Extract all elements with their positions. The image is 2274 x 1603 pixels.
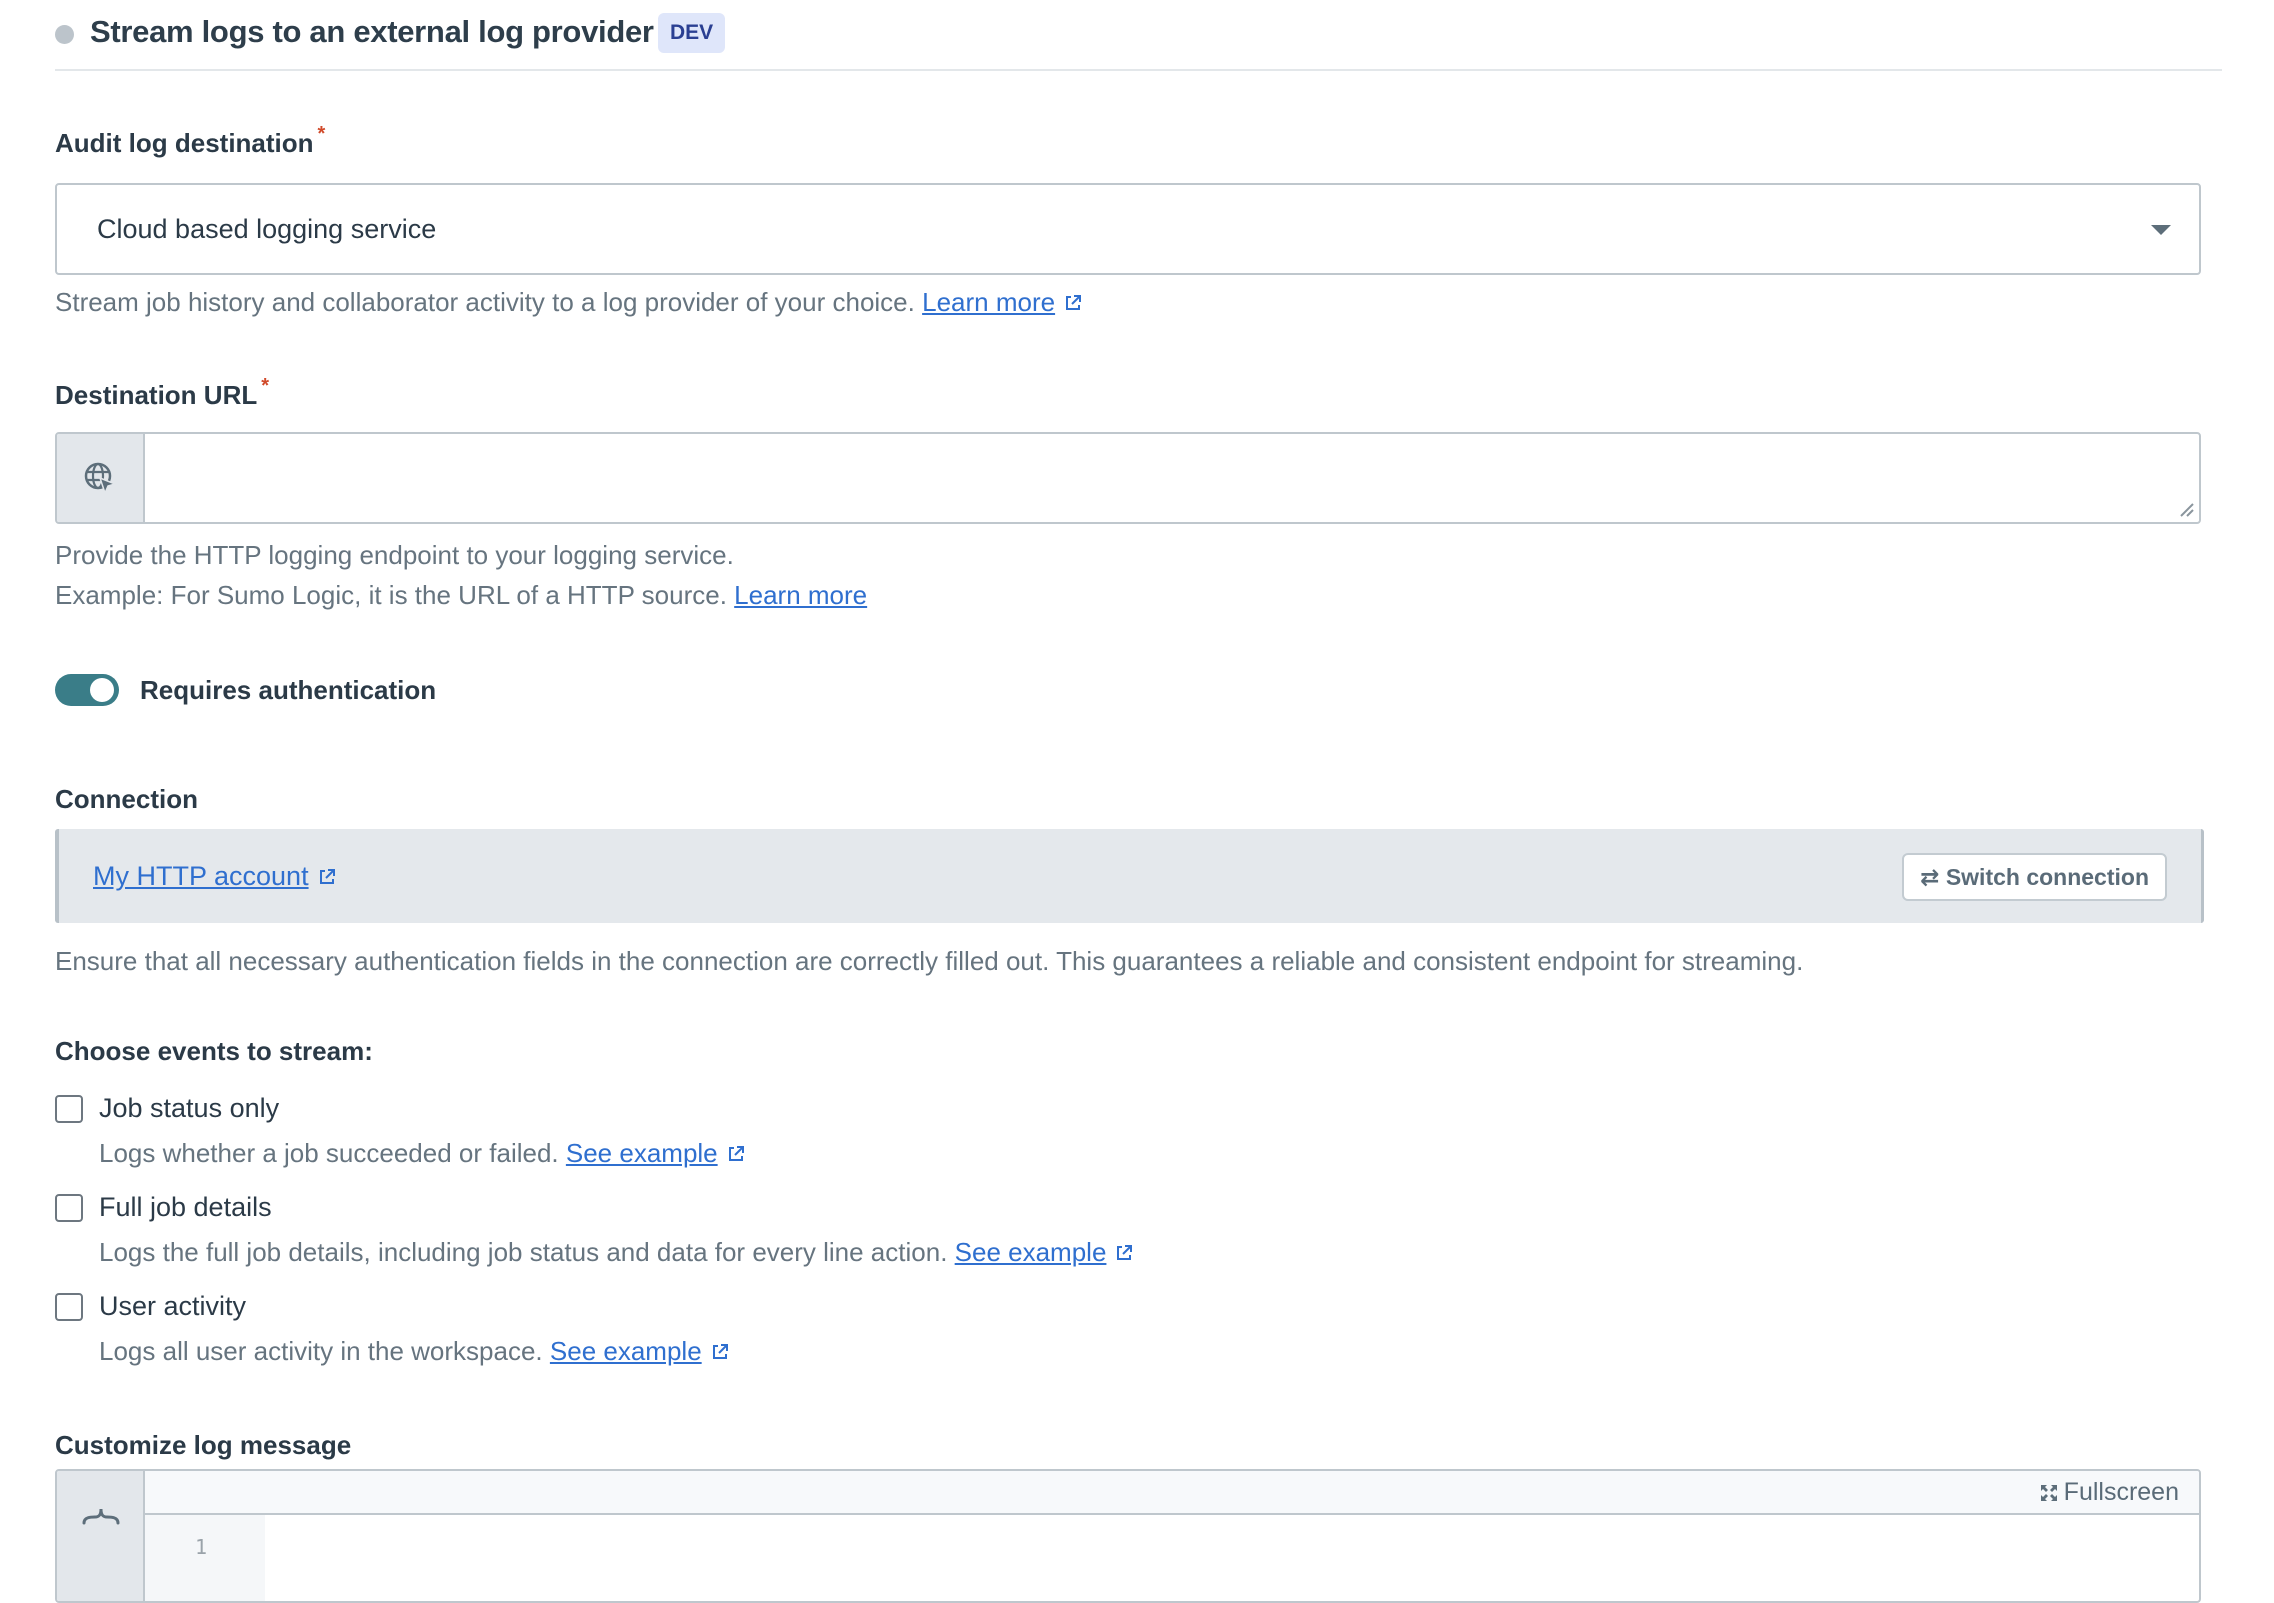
destination-url-help-1: Provide the HTTP logging endpoint to you…	[55, 540, 734, 570]
destination-url-input[interactable]	[145, 434, 2199, 522]
destination-url-help-2: Example: For Sumo Logic, it is the URL o…	[55, 580, 867, 611]
log-message-editor[interactable]: Fullscreen 1	[55, 1469, 2201, 1603]
user-activity-description: Logs all user activity in the workspace.…	[99, 1336, 730, 1367]
requires-authentication-label: Requires authentication	[140, 675, 437, 705]
full-job-details-description: Logs the full job details, including job…	[99, 1237, 1134, 1268]
editor-toolbar: Fullscreen	[145, 1471, 2199, 1515]
page-title: Stream logs to an external log provider	[90, 14, 654, 49]
requires-authentication-toggle[interactable]	[55, 674, 119, 706]
editor-addon	[57, 1471, 145, 1601]
full-job-details-checkbox[interactable]	[55, 1194, 83, 1222]
fullscreen-button[interactable]: Fullscreen	[2040, 1471, 2179, 1513]
learn-more-link[interactable]: Learn more	[922, 287, 1055, 317]
destination-url-label-text: Destination URL	[55, 380, 258, 410]
see-example-link[interactable]: See example	[566, 1138, 718, 1168]
connection-account: My HTTP account	[93, 829, 337, 923]
job-status-only-description: Logs whether a job succeeded or failed. …	[99, 1138, 746, 1169]
external-link-icon	[319, 869, 335, 884]
see-example-link[interactable]: See example	[550, 1336, 702, 1366]
chevron-down-icon	[2151, 225, 2171, 235]
external-link-icon	[728, 1146, 744, 1161]
my-http-account-link[interactable]: My HTTP account	[93, 861, 309, 891]
required-asterisk: *	[317, 123, 326, 145]
external-link-icon	[712, 1344, 728, 1359]
status-dot	[55, 25, 74, 44]
expand-icon	[2040, 1485, 2057, 1501]
curly-brace-icon	[82, 1508, 120, 1525]
job-status-only-checkbox[interactable]	[55, 1095, 83, 1123]
description-text: Logs the full job details, including job…	[99, 1237, 948, 1267]
audit-destination-label-text: Audit log destination	[55, 128, 314, 158]
external-link-icon	[1117, 1245, 1133, 1260]
line-number: 1	[194, 1535, 207, 1559]
customize-log-message-label: Customize log message	[55, 1430, 352, 1460]
resize-handle-icon[interactable]	[2177, 500, 2195, 518]
audit-destination-label: Audit log destination *	[55, 123, 325, 159]
audit-destination-help-text: Stream job history and collaborator acti…	[55, 287, 915, 317]
see-example-link[interactable]: See example	[955, 1237, 1107, 1267]
destination-url-help-2-text: Example: For Sumo Logic, it is the URL o…	[55, 580, 727, 610]
url-addon	[57, 434, 145, 522]
toggle-knob	[90, 678, 114, 702]
full-job-details-label: Full job details	[99, 1192, 272, 1222]
header-divider	[55, 69, 2222, 71]
environment-badge: DEV	[658, 13, 726, 53]
line-number-gutter: 1	[145, 1515, 265, 1601]
audit-destination-select[interactable]: Cloud based logging service	[55, 183, 2201, 275]
external-link-icon	[1066, 295, 1082, 310]
events-heading: Choose events to stream:	[55, 1036, 373, 1066]
description-text: Logs all user activity in the workspace.	[99, 1336, 543, 1366]
user-activity-label: User activity	[99, 1291, 247, 1321]
required-asterisk: *	[261, 375, 270, 397]
audit-destination-help: Stream job history and collaborator acti…	[55, 287, 1083, 318]
connection-box: My HTTP account ⇄ Switch connection	[55, 829, 2204, 923]
destination-url-label: Destination URL *	[55, 375, 269, 411]
switch-connection-button[interactable]: ⇄ Switch connection	[1902, 853, 2167, 901]
globe-cursor-icon	[84, 462, 117, 495]
connection-help: Ensure that all necessary authentication…	[55, 946, 1804, 976]
audit-destination-value: Cloud based logging service	[97, 214, 437, 244]
learn-more-link-url[interactable]: Learn more	[734, 580, 867, 610]
user-activity-checkbox[interactable]	[55, 1293, 83, 1321]
connection-label: Connection	[55, 784, 198, 814]
fullscreen-label: Fullscreen	[2063, 1478, 2179, 1506]
destination-url-field	[55, 432, 2201, 524]
job-status-only-label: Job status only	[99, 1093, 280, 1123]
description-text: Logs whether a job succeeded or failed.	[99, 1138, 559, 1168]
